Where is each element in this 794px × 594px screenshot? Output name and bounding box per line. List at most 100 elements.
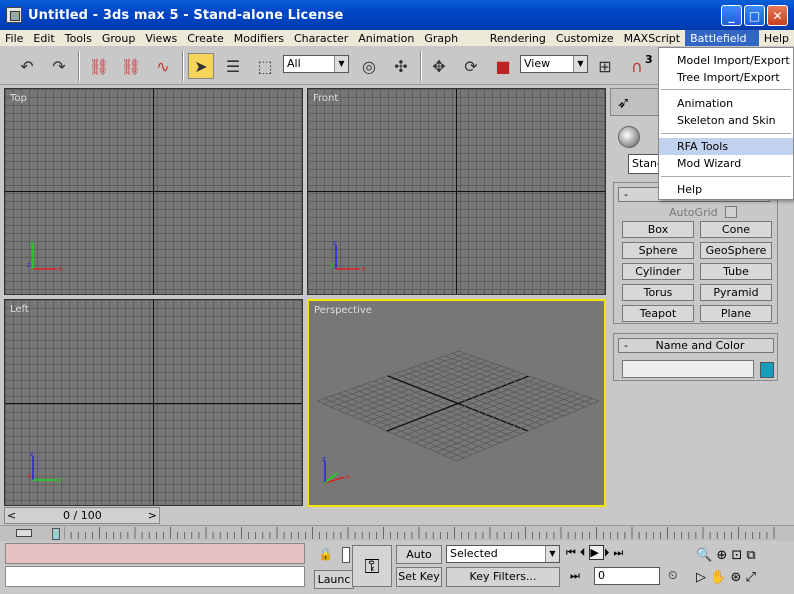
pyramid-button[interactable]: Pyramid <box>700 284 772 301</box>
undo-icon[interactable]: ↶ <box>14 53 40 79</box>
track-bar-icon[interactable] <box>16 529 32 537</box>
go-to-start-icon[interactable]: ⏮ <box>566 546 580 559</box>
sphere-button[interactable]: Sphere <box>622 242 694 259</box>
set-key-button[interactable]: Set Key <box>396 567 442 587</box>
viewport-label[interactable]: Front <box>313 93 338 104</box>
arc-rotate-icon[interactable]: ⊛ <box>730 570 741 585</box>
menu-modifiers[interactable]: Modifiers <box>229 30 289 46</box>
bf-menu-item-rfa-tools[interactable]: RFA Tools <box>659 138 793 155</box>
viewport-label[interactable]: Top <box>10 93 27 104</box>
bf-menu-item-model-import-export[interactable]: Model Import/Export <box>659 52 793 69</box>
reference-coordinate-select[interactable]: View ▼ <box>520 55 588 73</box>
time-slider-thumb[interactable] <box>52 528 60 540</box>
track-bar[interactable] <box>0 525 794 541</box>
menu-maxscript[interactable]: MAXScript <box>619 30 685 46</box>
viewport-left[interactable]: Left z x y <box>4 299 303 506</box>
previous-frame-icon[interactable]: ⏴ <box>580 546 590 559</box>
rotate-icon[interactable]: ⟳ <box>458 53 484 79</box>
axis-tripod-icon: z x y <box>27 450 62 484</box>
menu-rendering[interactable]: Rendering <box>485 30 551 46</box>
geometry-icon[interactable] <box>618 126 640 148</box>
play-icon[interactable]: ▶ <box>589 545 604 560</box>
time-next-button[interactable]: > <box>148 509 157 522</box>
teapot-button[interactable]: Teapot <box>622 305 694 322</box>
scale-icon[interactable]: ■ <box>490 53 516 79</box>
pivot-center-icon[interactable]: ⊞ <box>592 53 618 79</box>
key-mode-icon[interactable]: ⏭ <box>570 569 580 583</box>
bf-menu-item-animation[interactable]: Animation <box>659 95 793 112</box>
link-icon[interactable]: ⛓ <box>86 53 112 79</box>
menu-create[interactable]: Create <box>182 30 229 46</box>
menu-customize[interactable]: Customize <box>551 30 619 46</box>
menu-group[interactable]: Group <box>97 30 141 46</box>
auto-key-button[interactable]: Auto Key <box>396 545 442 578</box>
menu-views[interactable]: Views <box>140 30 182 46</box>
name-color-header[interactable]: - Name and Color <box>618 338 774 353</box>
unlink-icon[interactable]: ⛓ <box>118 53 144 79</box>
maxscript-listener[interactable] <box>5 543 305 564</box>
viewport-front[interactable]: Front z y x <box>307 88 606 295</box>
plane-button[interactable]: Plane <box>700 305 772 322</box>
menu-tools[interactable]: Tools <box>60 30 97 46</box>
close-button[interactable]: ✕ <box>767 5 788 26</box>
maximize-button[interactable]: □ <box>744 5 765 26</box>
maximize-viewport-icon[interactable]: ⤢ <box>746 570 756 585</box>
bf-menu-item-mod-wizard[interactable]: Mod Wizard <box>659 155 793 172</box>
pan-icon[interactable]: ✋ <box>710 570 726 585</box>
tube-button[interactable]: Tube <box>700 263 772 280</box>
key-filters-button[interactable]: Key Filters... <box>446 567 560 587</box>
field-of-view-icon[interactable]: ▷ <box>696 570 706 585</box>
app-icon[interactable] <box>6 7 22 23</box>
minimize-button[interactable]: _ <box>721 5 742 26</box>
menu-help[interactable]: Help <box>759 30 794 46</box>
lock-icon[interactable]: 🔒 <box>318 547 333 561</box>
time-slider[interactable]: < 0 / 100 > <box>4 507 160 524</box>
menu-character[interactable]: Character <box>289 30 353 46</box>
perspective-grid-line <box>444 355 585 408</box>
key-set-select[interactable]: Selected ▼ <box>446 545 560 563</box>
menu-animation[interactable]: Animation <box>353 30 419 46</box>
bf-menu-item-help[interactable]: Help <box>659 181 793 198</box>
box-button[interactable]: Box <box>622 221 694 238</box>
object-color-swatch[interactable] <box>760 362 774 378</box>
time-prev-button[interactable]: < <box>7 509 16 522</box>
menu-edit[interactable]: Edit <box>28 30 59 46</box>
time-config-icon[interactable]: ⏲ <box>668 568 677 583</box>
menu-battlefield-tools[interactable]: Battlefield Tools <box>685 30 759 62</box>
zoom-extents-all-icon[interactable]: ⧉ <box>746 548 755 563</box>
geosphere-button[interactable]: GeoSphere <box>700 242 772 259</box>
bf-menu-item-skeleton-and-skin[interactable]: Skeleton and Skin <box>659 112 793 129</box>
select-by-name-icon[interactable]: ☰ <box>220 53 246 79</box>
cone-button[interactable]: Cone <box>700 221 772 238</box>
zoom-all-icon[interactable]: ⊕ <box>716 548 727 563</box>
prompt-line[interactable] <box>5 566 305 587</box>
bind-spacewarp-icon[interactable]: ∿ <box>150 53 176 79</box>
autogrid-checkbox[interactable] <box>725 206 737 218</box>
create-tab[interactable]: ➶ <box>610 88 662 116</box>
select-object-icon[interactable]: ➤ <box>188 53 214 79</box>
object-name-input[interactable] <box>622 360 754 378</box>
rectangular-selection-icon[interactable]: ⬚ <box>252 53 278 79</box>
cylinder-button[interactable]: Cylinder <box>622 263 694 280</box>
menu-graph-editors[interactable]: Graph Editors <box>419 30 484 62</box>
current-frame-input[interactable]: 0 <box>594 567 660 585</box>
bf-menu-item-tree-import-export[interactable]: Tree Import/Export <box>659 69 793 86</box>
launch-button[interactable]: Launc <box>314 570 354 589</box>
object-category-select[interactable]: Stand <box>628 154 662 174</box>
go-to-end-icon[interactable]: ⏭ <box>613 546 627 559</box>
select-region-icon[interactable]: ◎ <box>356 53 382 79</box>
select-manipulate-icon[interactable]: ✣ <box>388 53 414 79</box>
move-icon[interactable]: ✥ <box>426 53 452 79</box>
menu-file[interactable]: File <box>0 30 28 46</box>
viewport-top[interactable]: Top y z x <box>4 88 303 295</box>
zoom-extents-icon[interactable]: ⊡ <box>731 548 742 563</box>
set-key-mode-button[interactable]: ⚿ <box>352 545 392 587</box>
viewport-perspective[interactable]: Perspective z x <box>307 299 606 507</box>
redo-icon[interactable]: ↷ <box>46 53 72 79</box>
next-frame-icon[interactable]: ⏵ <box>604 546 614 559</box>
torus-button[interactable]: Torus <box>622 284 694 301</box>
selection-lock-box[interactable] <box>342 547 350 563</box>
selection-filter-select[interactable]: All ▼ <box>283 55 349 73</box>
viewport-label[interactable]: Left <box>10 304 29 315</box>
zoom-icon[interactable]: 🔍 <box>696 548 712 563</box>
